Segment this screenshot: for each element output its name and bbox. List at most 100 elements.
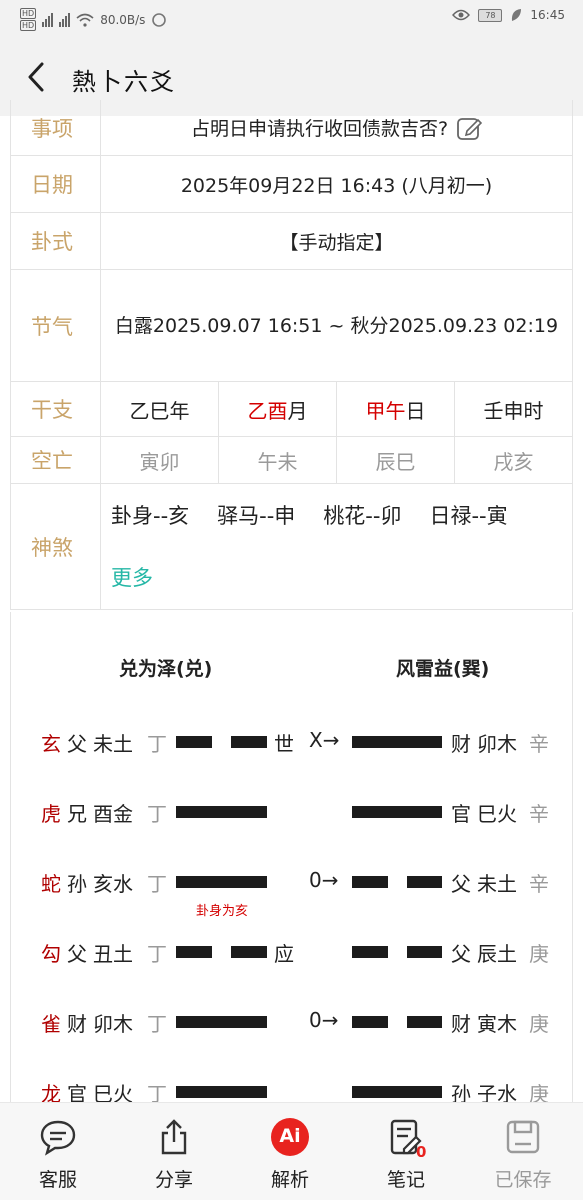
- saved-button[interactable]: 已保存: [483, 1117, 563, 1192]
- kongwang-year: 寅卯: [101, 437, 219, 483]
- six-relation: 孙: [67, 872, 87, 896]
- shi-ying-mark: 世: [274, 732, 294, 756]
- divination-info-table: 事项 占明日申请执行收回债款吉否? 日期 2025年09月22日 16:43 (…: [10, 100, 573, 610]
- service-label: 客服: [38, 1169, 77, 1191]
- saved-label: 已保存: [494, 1169, 552, 1191]
- leaf-icon: [512, 9, 522, 21]
- hexagram-panel: 兑为泽(兑) 风雷益(巽) 玄父未土丁世 X→ 财卯木辛虎兄酉金丁官巳火辛蛇孙亥水丁…: [10, 612, 574, 1106]
- changed-relation: 父: [451, 872, 471, 896]
- yao-bar: [352, 1086, 442, 1098]
- date-row: 日期 2025年09月22日 16:43 (八月初一): [11, 156, 572, 213]
- branch: 丑土: [93, 942, 133, 966]
- gua-body-note: 卦身为亥: [196, 904, 249, 919]
- ganzhi-hour: 壬申时: [455, 382, 572, 436]
- stem: 丁: [147, 802, 167, 826]
- clock: 16:45: [530, 8, 565, 22]
- share-icon: [161, 1119, 187, 1155]
- changed-stem: 辛: [529, 802, 549, 826]
- shensha-item: 卦身--亥: [111, 503, 190, 528]
- share-button[interactable]: 分享: [134, 1117, 214, 1192]
- yao-bar: [407, 876, 442, 888]
- shensha-item: 日禄--寅: [429, 503, 508, 528]
- yao-bar: [231, 736, 267, 748]
- stem: 丁: [147, 942, 167, 966]
- changed-stem: 辛: [529, 872, 549, 896]
- date-value: 2025年09月22日 16:43 (八月初一): [180, 174, 493, 197]
- yao-bar: [176, 876, 267, 888]
- branch: 酉金: [93, 802, 133, 826]
- back-arrow-icon[interactable]: [22, 60, 52, 94]
- kongwang-day: 辰巳: [337, 437, 455, 483]
- six-beast: 虎: [41, 802, 61, 826]
- ganzhi-label: 干支: [11, 382, 101, 436]
- yao-bar: [231, 946, 267, 958]
- yao-bar: [176, 1016, 267, 1028]
- six-beast: 勾: [41, 942, 61, 966]
- shensha-row: 神煞 卦身--亥 驿马--申 桃花--卯 日禄--寅更多: [11, 484, 572, 610]
- yao-bar: [176, 736, 212, 748]
- changed-branch: 卯木: [477, 732, 517, 756]
- yao-bar: [407, 946, 442, 958]
- edit-icon[interactable]: [456, 115, 483, 141]
- ganzhi-year: 乙巳年: [101, 382, 219, 436]
- yao-line: 虎兄酉金丁 官巳火辛: [11, 792, 574, 832]
- yao-bar: [352, 806, 442, 818]
- ganzhi-month-unit: 月: [287, 398, 308, 423]
- share-label: 分享: [154, 1169, 193, 1191]
- shensha-item: 驿马--申: [217, 503, 296, 528]
- kongwang-row: 空亡 寅卯 午未 辰巳 戌亥: [11, 437, 572, 484]
- notes-label: 笔记: [386, 1169, 425, 1191]
- gua-label: 卦式: [11, 213, 101, 269]
- ganzhi-year-gan: 乙巳: [129, 398, 170, 423]
- yao-bar: [407, 1016, 442, 1028]
- changed-relation: 财: [451, 732, 471, 756]
- ganzhi-hour-unit: 时: [523, 398, 544, 423]
- signal-icon: [42, 12, 54, 27]
- service-button[interactable]: 客服: [18, 1117, 98, 1192]
- stem: 丁: [147, 1012, 167, 1036]
- shensha-label: 神煞: [11, 484, 101, 609]
- jieqi-row: 节气 白露2025.09.07 16:51 ~ 秋分2025.09.23 02:…: [11, 270, 572, 382]
- six-relation: 财: [67, 1012, 87, 1036]
- changed-branch: 未土: [477, 872, 517, 896]
- change-marker: 0→: [309, 1008, 339, 1032]
- ganzhi-day-gan: 甲午: [365, 398, 406, 423]
- analysis-label: 解析: [270, 1169, 309, 1191]
- stem: 丁: [147, 732, 167, 756]
- changed-branch: 寅木: [477, 1012, 517, 1036]
- yao-bar: [176, 1086, 267, 1098]
- matter-value-wrap: 占明日申请执行收回债款吉否?: [101, 100, 572, 155]
- chat-bubble-icon: [40, 1120, 76, 1156]
- changed-relation: 财: [451, 1012, 471, 1036]
- kongwang-label: 空亡: [11, 437, 101, 483]
- notes-button[interactable]: 0 笔记: [366, 1117, 446, 1192]
- yao-line: 蛇孙亥水丁 0→ 父未土辛卦身为亥: [11, 862, 574, 919]
- more-link[interactable]: 更多: [111, 566, 153, 590]
- net-speed: 80.0B/s: [100, 12, 146, 27]
- changed-stem: 辛: [529, 732, 549, 756]
- changed-relation: 官: [451, 802, 471, 826]
- yao-line: 玄父未土丁 世 X→ 财卯木辛: [11, 722, 574, 762]
- shi-ying-mark: 应: [274, 942, 294, 966]
- branch: 卯木: [93, 1012, 133, 1036]
- changed-branch: 辰土: [477, 942, 517, 966]
- hd-icon: HD HD: [20, 8, 37, 31]
- branch: 亥水: [93, 872, 133, 896]
- kongwang-hour: 戌亥: [493, 449, 534, 474]
- ganzhi-row: 干支 乙巳年 乙酉月 甲午日 壬申时: [11, 382, 572, 437]
- date-label: 日期: [11, 156, 101, 212]
- ganzhi-day: 甲午日: [337, 382, 455, 436]
- shensha-list: 卦身--亥 驿马--申 桃花--卯 日禄--寅更多: [101, 485, 572, 609]
- six-relation: 父: [67, 732, 87, 756]
- gua-value: 【手动指定】: [279, 231, 394, 254]
- page-title: 熱卜六爻: [72, 68, 176, 96]
- yao-bar: [352, 876, 388, 888]
- yao-line: 勾父丑土丁应父辰土庚: [11, 932, 574, 972]
- yao-bar: [352, 946, 388, 958]
- shensha-item: 桃花--卯: [323, 503, 402, 528]
- jieqi-value: 白露2025.09.07 16:51 ~ 秋分2025.09.23 02:19: [114, 314, 559, 337]
- analysis-button[interactable]: Ai 解析: [250, 1117, 330, 1192]
- changed-branch: 巳火: [477, 802, 517, 826]
- yao-bar: [352, 1016, 388, 1028]
- battery-icon: 78: [478, 8, 503, 22]
